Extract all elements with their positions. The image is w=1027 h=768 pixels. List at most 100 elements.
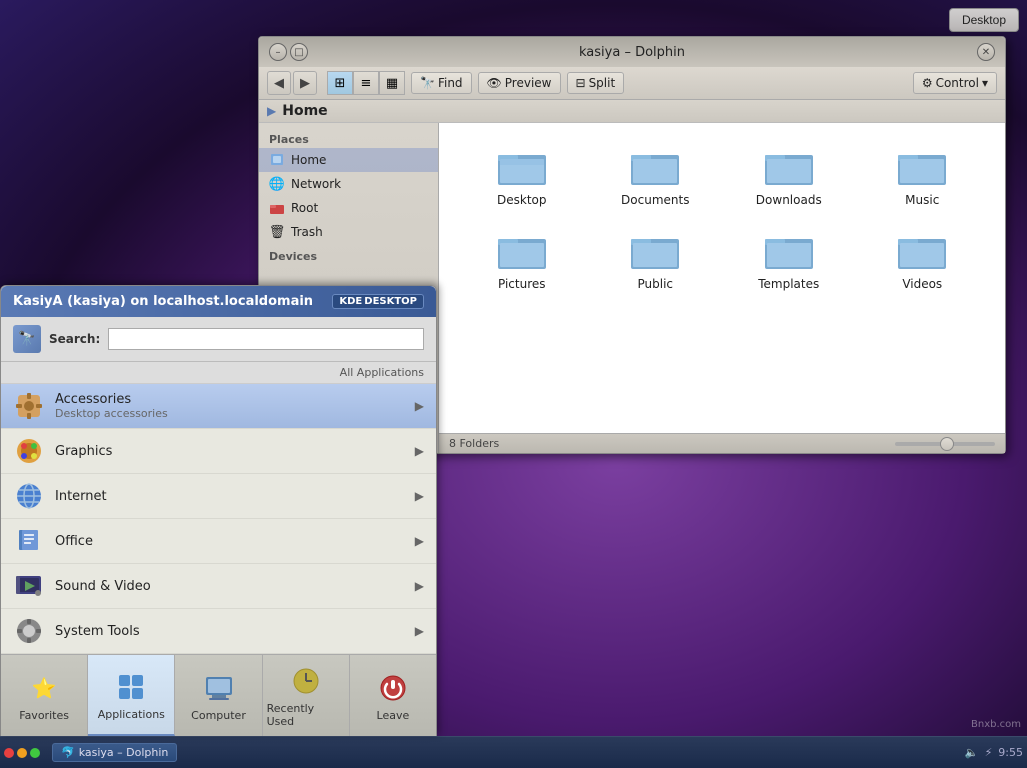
- breadcrumb-arrow-icon: ▶: [267, 104, 276, 118]
- sidebar-item-trash[interactable]: 🗑 Trash: [259, 220, 438, 244]
- app-menu-header: KasiyA (kasiya) on localhost.localdomain…: [1, 286, 436, 317]
- home-icon: [269, 152, 285, 168]
- internet-icon: [13, 480, 45, 512]
- office-arrow-icon: ▶: [415, 534, 424, 548]
- category-office[interactable]: Office ▶: [1, 519, 436, 564]
- nav-applications[interactable]: Applications: [88, 655, 175, 736]
- watermark: Bnxb.com: [971, 719, 1021, 730]
- folder-public[interactable]: Public: [589, 223, 723, 297]
- desktop-label: DESKTOP: [364, 296, 417, 307]
- address-bar: ▶ Home: [259, 100, 1005, 123]
- folder-videos[interactable]: Videos: [856, 223, 990, 297]
- nav-recently-used[interactable]: Recently Used: [263, 655, 350, 736]
- folder-downloads[interactable]: Downloads: [722, 139, 856, 213]
- split-icon: ⊟: [576, 76, 586, 90]
- zoom-slider[interactable]: [895, 442, 995, 446]
- taskbar-dots: [4, 748, 40, 758]
- sound-video-name: Sound & Video: [55, 579, 151, 594]
- win-minimize-button[interactable]: –: [269, 43, 287, 61]
- leave-label: Leave: [377, 709, 410, 722]
- applications-label: Applications: [98, 708, 165, 721]
- accessories-icon: [13, 390, 45, 422]
- app-bottom-nav: ⭐ Favorites Applications: [1, 654, 436, 736]
- folder-desktop-label: Desktop: [497, 193, 547, 207]
- back-button[interactable]: ◀: [267, 71, 291, 95]
- nav-computer[interactable]: Computer: [175, 655, 262, 736]
- folder-documents[interactable]: Documents: [589, 139, 723, 213]
- kde-label: KDE: [339, 296, 362, 307]
- toolbar: ◀ ▶ ⊞ ≡ ▦ 🔭 Find 👁 Preview ⊟ Split ⚙ Con…: [259, 67, 1005, 100]
- icon-view-button[interactable]: ⊞: [327, 71, 353, 95]
- dot-red: [4, 748, 14, 758]
- accessories-sub: Desktop accessories: [55, 407, 168, 420]
- folder-downloads-label: Downloads: [756, 193, 822, 207]
- internet-arrow-icon: ▶: [415, 489, 424, 503]
- category-graphics[interactable]: Graphics ▶: [1, 429, 436, 474]
- office-name: Office: [55, 534, 93, 549]
- preview-button[interactable]: 👁 Preview: [478, 72, 561, 94]
- graphics-arrow-icon: ▶: [415, 444, 424, 458]
- sidebar-item-root[interactable]: Root: [259, 196, 438, 220]
- find-button[interactable]: 🔭 Find: [411, 72, 472, 94]
- folder-desktop[interactable]: Desktop: [455, 139, 589, 213]
- split-button[interactable]: ⊟ Split: [567, 72, 625, 94]
- app-menu: KasiyA (kasiya) on localhost.localdomain…: [0, 285, 437, 736]
- favorites-icon: ⭐: [26, 670, 62, 706]
- network-icon: 🌐: [269, 176, 285, 192]
- folder-music[interactable]: Music: [856, 139, 990, 213]
- taskbar-dolphin-item[interactable]: 🐬 kasiya – Dolphin: [52, 743, 177, 762]
- category-internet[interactable]: Internet ▶: [1, 474, 436, 519]
- folder-count: 8 Folders: [449, 437, 499, 450]
- control-button[interactable]: ⚙ Control ▾: [913, 72, 997, 94]
- computer-icon: [201, 670, 237, 706]
- system-tools-arrow-icon: ▶: [415, 624, 424, 638]
- graphics-icon: [13, 435, 45, 467]
- places-label: Places: [259, 127, 438, 148]
- favorites-label: Favorites: [19, 709, 69, 722]
- devices-label: Devices: [259, 244, 438, 265]
- dolphin-task-icon: 🐬: [61, 746, 75, 759]
- sidebar-root-label: Root: [291, 201, 318, 215]
- sidebar-home-label: Home: [291, 153, 326, 167]
- category-sound-video[interactable]: Sound & Video ▶: [1, 564, 436, 609]
- detail-view-button[interactable]: ▦: [379, 71, 405, 95]
- breadcrumb-home[interactable]: Home: [282, 103, 327, 119]
- category-system-tools[interactable]: System Tools ▶: [1, 609, 436, 654]
- sidebar-trash-label: Trash: [291, 225, 323, 239]
- sidebar-item-home[interactable]: Home: [259, 148, 438, 172]
- clock: 9:55: [998, 746, 1023, 759]
- dot-green: [30, 748, 40, 758]
- folder-templates[interactable]: Templates: [722, 223, 856, 297]
- folder-videos-label: Videos: [902, 277, 942, 291]
- folder-pictures[interactable]: Pictures: [455, 223, 589, 297]
- all-apps-label: All Applications: [1, 362, 436, 384]
- accessories-name: Accessories: [55, 392, 168, 407]
- win-maximize-button[interactable]: □: [290, 43, 308, 61]
- folder-pictures-label: Pictures: [498, 277, 546, 291]
- nav-favorites[interactable]: ⭐ Favorites: [1, 655, 88, 736]
- forward-button[interactable]: ▶: [293, 71, 317, 95]
- sound-video-arrow-icon: ▶: [415, 579, 424, 593]
- kde-badge: KDE DESKTOP: [332, 294, 424, 309]
- file-area: Desktop Documents: [439, 123, 1005, 453]
- graphics-name: Graphics: [55, 444, 112, 459]
- user-host-text: KasiyA (kasiya) on localhost.localdomain: [13, 294, 313, 309]
- sidebar-item-network[interactable]: 🌐 Network: [259, 172, 438, 196]
- sound-video-icon: [13, 570, 45, 602]
- volume-icon[interactable]: 🔈: [965, 746, 979, 759]
- accessories-arrow-icon: ▶: [415, 399, 424, 413]
- file-grid: Desktop Documents: [439, 123, 1005, 433]
- dolphin-task-label: kasiya – Dolphin: [79, 746, 169, 759]
- computer-label: Computer: [191, 709, 246, 722]
- preview-icon: 👁: [487, 76, 502, 90]
- desktop-button[interactable]: Desktop: [949, 8, 1019, 32]
- win-close-button[interactable]: ✕: [977, 43, 995, 61]
- category-accessories[interactable]: Accessories Desktop accessories ▶: [1, 384, 436, 429]
- status-bar: 8 Folders: [439, 433, 1005, 453]
- list-view-button[interactable]: ≡: [353, 71, 379, 95]
- search-input[interactable]: [108, 328, 424, 350]
- recently-used-icon: [288, 663, 324, 699]
- nav-leave[interactable]: Leave: [350, 655, 436, 736]
- dropdown-arrow-icon: ▾: [982, 76, 988, 90]
- root-icon: [269, 200, 285, 216]
